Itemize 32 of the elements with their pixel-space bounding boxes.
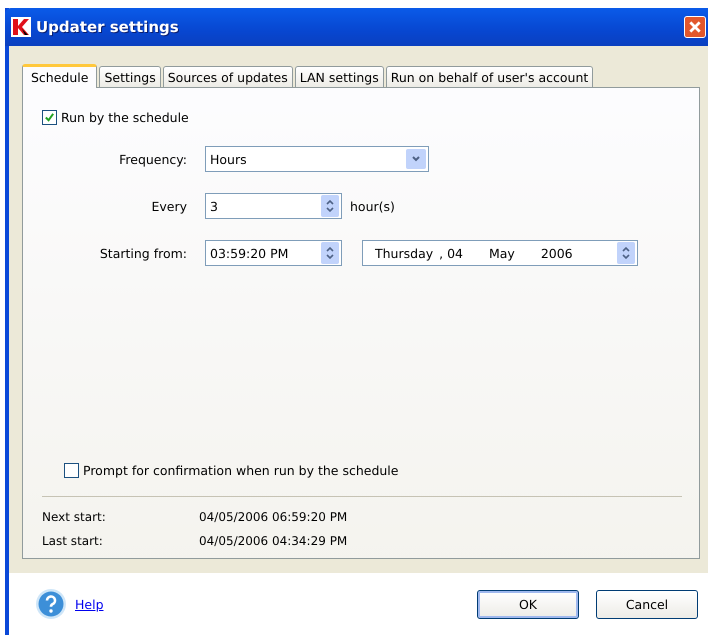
checkbox-label: Prompt for confirmation when run by the schedule xyxy=(83,463,398,478)
frequency-dropdown[interactable]: Hours xyxy=(205,146,429,172)
close-button[interactable] xyxy=(684,16,706,38)
tab[interactable]: Run on behalf of user's account xyxy=(386,66,594,87)
tab[interactable]: Schedule xyxy=(22,64,98,88)
unit-label: hour(s) xyxy=(350,198,395,214)
help-icon xyxy=(35,588,67,620)
tab[interactable]: LAN settings xyxy=(294,66,384,87)
checkbox[interactable] xyxy=(64,463,79,478)
tab[interactable]: Sources of updates xyxy=(162,66,293,87)
checkbox[interactable] xyxy=(42,110,57,125)
dialog-button[interactable]: Cancel xyxy=(596,590,698,618)
frequency-label: Frequency: xyxy=(118,152,187,166)
spin-arrows-icon xyxy=(321,195,339,217)
info-value: 04/05/2006 04:34:29 PM xyxy=(199,534,348,548)
time-spin-field[interactable]: 03:59:20 PM xyxy=(205,240,342,266)
spin-arrows-icon xyxy=(321,242,339,264)
spin-arrows-icon xyxy=(617,242,635,264)
starting-from-label: Starting from: xyxy=(98,246,187,260)
window-title: Updater settings xyxy=(36,18,180,36)
help-link[interactable]: Help xyxy=(75,596,104,612)
tab[interactable]: Settings xyxy=(99,66,161,87)
info-label: Last start: xyxy=(42,534,104,548)
info-label: Next start: xyxy=(42,510,107,524)
checkbox-label: Run by the schedule xyxy=(61,110,189,125)
app-logo-icon xyxy=(11,17,31,37)
info-value: 04/05/2006 06:59:20 PM xyxy=(199,510,348,524)
close-icon xyxy=(688,20,702,34)
dialog-button[interactable]: OK xyxy=(477,590,579,618)
date-spin-field[interactable]: Thursday , 04 May 2006 xyxy=(362,240,638,266)
hours-spin-field[interactable]: 3 xyxy=(205,193,342,219)
every-label: Every xyxy=(150,198,187,214)
